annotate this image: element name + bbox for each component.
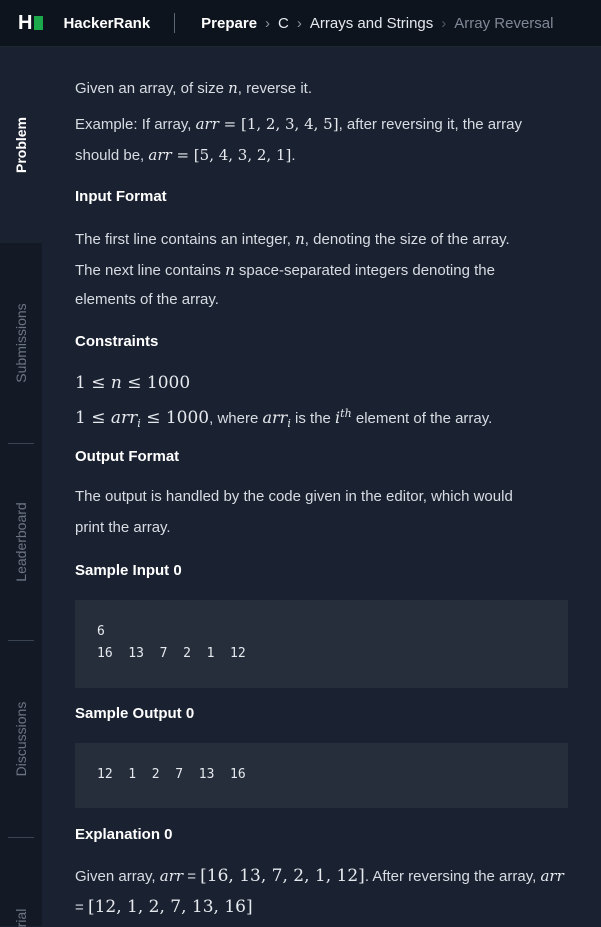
- explanation-line-1: Given array, arr = [16, 13, 7, 2, 1, 12]…: [75, 861, 564, 892]
- text: , where: [209, 410, 263, 427]
- brand-name[interactable]: HackerRank: [63, 15, 150, 32]
- example-line-2: should be, arr = [5, 4, 3, 2, 1].: [75, 140, 296, 171]
- example-end: .: [291, 147, 296, 164]
- tab-discussions[interactable]: Discussions: [0, 641, 42, 837]
- sample-input-line: 16 13 7 2 1 12: [97, 646, 246, 661]
- logo-green-block: [34, 16, 44, 30]
- math-var: arr: [262, 408, 288, 427]
- math-expr: = [1, 2, 3, 4, 5]: [218, 115, 339, 133]
- sample-input-line: 6: [97, 624, 105, 639]
- chevron-right-icon: ›: [265, 14, 271, 32]
- breadcrumb-section[interactable]: Arrays and Strings: [310, 15, 433, 32]
- math-var: n: [110, 373, 122, 393]
- sample-input-heading: Sample Input 0: [75, 562, 182, 579]
- example-prefix-2: should be,: [75, 147, 149, 164]
- tab-leaderboard[interactable]: Leaderboard: [0, 444, 42, 640]
- tab-submissions-label: Submissions: [13, 303, 29, 383]
- math-var: n: [228, 79, 238, 97]
- example-line-1: Example: If array, arr = [1, 2, 3, 4, 5]…: [75, 109, 522, 140]
- sample-output-codebox[interactable]: 12 1 2 7 13 16: [75, 743, 568, 808]
- math-var: arr: [540, 867, 564, 885]
- explanation-heading: Explanation 0: [75, 826, 173, 843]
- text: =: [75, 899, 88, 916]
- text: . After reversing the array,: [364, 868, 541, 885]
- constraints-heading: Constraints: [75, 333, 159, 350]
- math-var: arr: [148, 146, 172, 164]
- output-format-line-1: The output is handled by the code given …: [75, 488, 513, 505]
- chevron-right-icon: ›: [296, 14, 302, 32]
- math-sup: th: [340, 407, 352, 420]
- input-format-line-1: The first line contains an integer, n, d…: [75, 224, 510, 255]
- explanation-line-2: = [12, 1, 2, 7, 13, 16]: [75, 892, 253, 923]
- math-var: arr: [110, 408, 138, 428]
- tab-discussions-label: Discussions: [13, 701, 29, 777]
- text: The next line contains: [75, 262, 226, 279]
- hackerrank-logo[interactable]: H: [18, 11, 44, 35]
- math-expr: ≤ 1000: [140, 408, 210, 428]
- text: is the: [290, 410, 336, 427]
- text: , denoting the size of the array.: [304, 231, 510, 248]
- math-var: arr: [195, 115, 219, 133]
- math-expr: 1 ≤: [75, 373, 111, 393]
- tab-leaderboard-label: Leaderboard: [13, 502, 29, 582]
- tab-editorial[interactable]: rial: [0, 838, 42, 927]
- text: =: [183, 868, 201, 885]
- tab-editorial-label: rial: [13, 908, 29, 927]
- side-tab-bar: Problem Submissions Leaderboard Discussi…: [0, 47, 42, 927]
- breadcrumb-language[interactable]: C: [278, 15, 289, 32]
- math-expr: = [5, 4, 3, 2, 1]: [171, 146, 292, 164]
- intro-text-end: , reverse it.: [237, 80, 312, 97]
- text: Given array,: [75, 868, 160, 885]
- text: space-separated integers denoting the: [234, 262, 495, 279]
- math-expr: 1 ≤: [75, 408, 111, 428]
- math-var: n: [295, 230, 305, 248]
- text: The first line contains an integer,: [75, 231, 296, 248]
- math-var: n: [225, 261, 235, 279]
- sample-input-codebox[interactable]: 6 16 13 7 2 1 12: [75, 600, 568, 688]
- breadcrumb-current: Array Reversal: [454, 14, 554, 32]
- input-format-line-2: The next line contains n space-separated…: [75, 255, 495, 286]
- topbar-divider: [174, 13, 176, 33]
- input-format-heading: Input Format: [75, 188, 167, 205]
- math-expr: ≤ 1000: [121, 373, 191, 393]
- logo-h-glyph: H: [18, 11, 32, 34]
- chevron-right-icon: ›: [441, 14, 447, 32]
- sample-output-line: 12 1 2 7 13 16: [97, 767, 246, 782]
- math-var: arr: [159, 867, 184, 885]
- output-format-line-2: print the array.: [75, 519, 171, 536]
- constraint-1: 1 ≤ n ≤ 1000: [75, 368, 190, 398]
- problem-intro: Given an array, of size n, reverse it.: [75, 73, 312, 104]
- input-format-line-3: elements of the array.: [75, 291, 219, 308]
- tab-problem-label: Problem: [13, 116, 29, 174]
- sample-output-heading: Sample Output 0: [75, 705, 195, 722]
- breadcrumb-prepare[interactable]: Prepare: [201, 15, 257, 32]
- breadcrumb: Prepare › C › Arrays and Strings › Array…: [201, 15, 553, 32]
- tab-submissions[interactable]: Submissions: [0, 243, 42, 443]
- intro-text: Given an array, of size: [75, 80, 229, 97]
- example-prefix: Example: If array,: [75, 116, 196, 133]
- math-expr: [16, 13, 7, 2, 1, 12]: [200, 866, 365, 886]
- text: element of the array.: [351, 410, 493, 427]
- output-format-heading: Output Format: [75, 448, 180, 465]
- tab-problem[interactable]: Problem: [0, 47, 42, 243]
- example-mid: , after reversing it, the array: [338, 116, 522, 133]
- top-navigation-bar: H HackerRank Prepare › C › Arrays and St…: [0, 0, 601, 47]
- constraint-2: 1 ≤ arri ≤ 1000, where arri is the ith e…: [75, 399, 492, 439]
- math-expr: [12, 1, 2, 7, 13, 16]: [87, 897, 253, 917]
